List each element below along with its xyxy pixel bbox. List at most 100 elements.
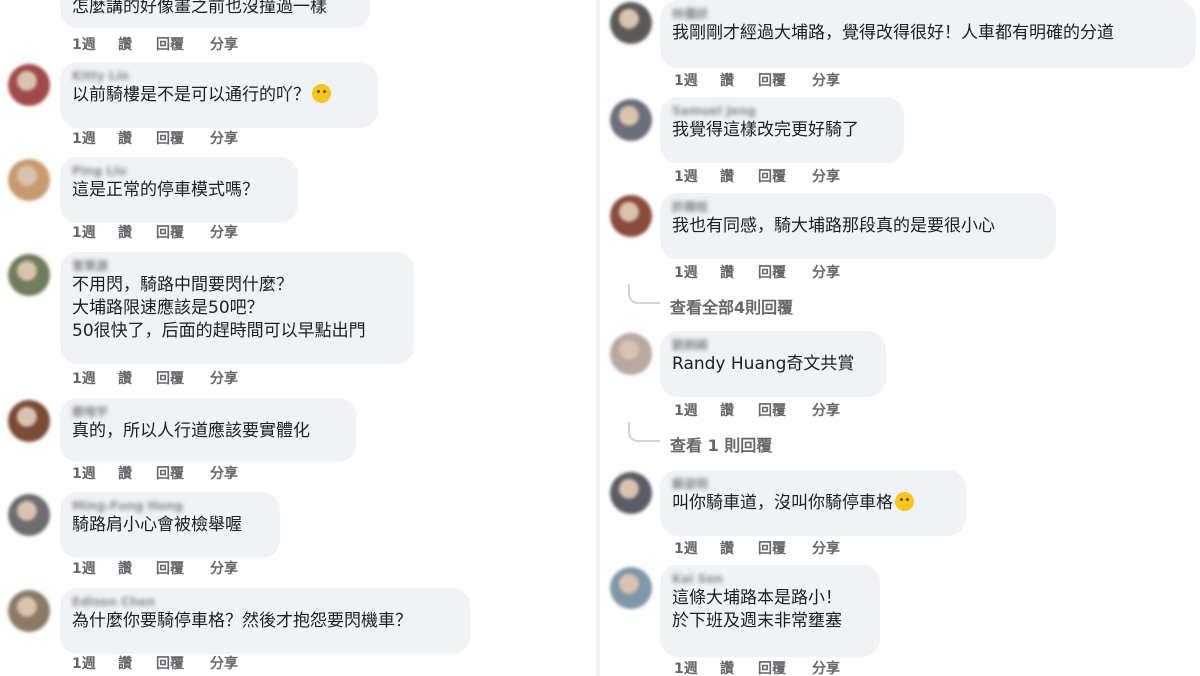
comment-bubble: Ping Liu 這是正常的停車模式嗎？ <box>60 157 298 223</box>
reply-button[interactable]: 回覆 <box>758 264 812 282</box>
comment-actions: 1週讚回覆 分享 <box>72 655 250 673</box>
commenter-avatar[interactable] <box>610 567 652 609</box>
comment-text-line: 我也有同感，騎大埔路那段真的是要很小心 <box>672 215 1044 238</box>
comment-text-line: 大埔路限速應該是50吧？ <box>72 297 402 320</box>
commenter-avatar[interactable] <box>8 590 50 632</box>
comment-text: 我覺得這樣改完更好騎了 <box>672 120 859 140</box>
reply-button[interactable]: 回覆 <box>156 655 210 673</box>
share-button[interactable]: 分享 <box>210 465 250 483</box>
comment-timestamp[interactable]: 1週 <box>72 655 118 673</box>
commenter-avatar[interactable] <box>610 472 652 514</box>
comment-text: 50很快了，后面的趕時間可以早點出門 <box>72 321 366 341</box>
share-button[interactable]: 分享 <box>812 540 852 558</box>
share-button[interactable]: 分享 <box>210 36 250 54</box>
share-button[interactable]: 分享 <box>210 224 250 242</box>
comment-timestamp[interactable]: 1週 <box>674 660 720 676</box>
comment-author-name[interactable]: 曾秉源 <box>72 258 402 274</box>
comment-author-name[interactable]: 許韓桂 <box>672 199 1044 215</box>
like-button[interactable]: 讚 <box>720 402 758 420</box>
comment-text: Randy Huang奇文共賞 <box>672 354 855 374</box>
like-button[interactable]: 讚 <box>118 130 156 148</box>
reply-button[interactable]: 回覆 <box>156 224 210 242</box>
commenter-avatar[interactable] <box>610 99 652 141</box>
comment-timestamp[interactable]: 1週 <box>72 465 118 483</box>
reply-button[interactable]: 回覆 <box>758 168 812 186</box>
like-button[interactable]: 讚 <box>118 224 156 242</box>
like-button[interactable]: 讚 <box>720 540 758 558</box>
share-button[interactable]: 分享 <box>812 660 852 676</box>
view-replies-link[interactable]: 查看 1 則回覆 <box>670 432 772 456</box>
comment-bubble: Kai Sen 這條大埔路本是路小！ 於下班及週末非常壅塞 <box>660 565 880 657</box>
comment-timestamp[interactable]: 1週 <box>674 402 720 420</box>
comment-timestamp[interactable]: 1週 <box>674 72 720 90</box>
comment-timestamp[interactable]: 1週 <box>674 168 720 186</box>
comment-author-name[interactable]: 林儀狀 <box>672 6 1184 22</box>
share-button[interactable]: 分享 <box>812 72 852 90</box>
share-button[interactable]: 分享 <box>210 560 250 578</box>
comment-author-name[interactable]: 蘇姿明 <box>672 476 954 492</box>
commenter-avatar[interactable] <box>8 159 50 201</box>
reply-button[interactable]: 回覆 <box>758 540 812 558</box>
comment-timestamp[interactable]: 1週 <box>674 540 720 558</box>
comment-text-line: Randy Huang奇文共賞 <box>672 353 874 376</box>
view-replies-link[interactable]: 查看全部4則回覆 <box>670 294 793 318</box>
comment-author-name[interactable]: Kitty Lin <box>72 68 366 84</box>
comment-text: 大埔路限速應該是50吧？ <box>72 298 264 318</box>
comment-actions: 1週讚回覆 分享 <box>674 264 852 282</box>
commenter-avatar[interactable] <box>610 333 652 375</box>
reply-thread-connector <box>628 284 660 304</box>
comment-text-line: 真的，所以人行道應該要實體化 <box>72 420 344 443</box>
share-button[interactable]: 分享 <box>210 130 250 148</box>
comment-author-name[interactable]: Edison Chen <box>72 594 458 610</box>
reply-button[interactable]: 回覆 <box>156 560 210 578</box>
reply-button[interactable]: 回覆 <box>758 72 812 90</box>
like-button[interactable]: 讚 <box>118 370 156 388</box>
comment-text: 於下班及週末非常壅塞 <box>672 611 842 631</box>
comment-author-name[interactable]: 劉俐綺 <box>672 337 874 353</box>
share-button[interactable]: 分享 <box>210 655 250 673</box>
like-button[interactable]: 讚 <box>118 560 156 578</box>
comment-timestamp[interactable]: 1週 <box>674 264 720 282</box>
comment-author-name[interactable]: Samuel Jeng <box>672 103 892 119</box>
commenter-avatar[interactable] <box>610 195 652 237</box>
comment-text: 以前騎樓是不是可以通行的吖？ <box>72 85 310 105</box>
share-button[interactable]: 分享 <box>812 402 852 420</box>
comments-column-left: 怎麼講的好像畫之前也沒撞過一樣 1週讚回覆 分享 Kitty Lin 以前騎樓是不是可以… <box>0 0 596 676</box>
like-button[interactable]: 讚 <box>118 655 156 673</box>
commenter-avatar[interactable] <box>610 2 652 44</box>
like-button[interactable]: 讚 <box>720 72 758 90</box>
comment-text-line: 叫你騎車道，沒叫你騎停車格 <box>672 492 954 515</box>
comment-text-line: 這條大埔路本是路小！ <box>672 587 868 610</box>
reply-button[interactable]: 回覆 <box>758 402 812 420</box>
comment-timestamp[interactable]: 1週 <box>72 130 118 148</box>
comment-timestamp[interactable]: 1週 <box>72 224 118 242</box>
reply-button[interactable]: 回覆 <box>156 130 210 148</box>
comment-timestamp[interactable]: 1週 <box>72 560 118 578</box>
share-button[interactable]: 分享 <box>812 168 852 186</box>
like-button[interactable]: 讚 <box>720 660 758 676</box>
like-button[interactable]: 讚 <box>720 264 758 282</box>
comment-author-name[interactable]: Ming-Fung Hong <box>72 498 268 514</box>
reply-button[interactable]: 回覆 <box>156 36 210 54</box>
commenter-avatar[interactable] <box>8 494 50 536</box>
comment-author-name[interactable]: Kai Sen <box>672 571 868 587</box>
comment-actions: 1週讚回覆 分享 <box>674 660 852 676</box>
like-button[interactable]: 讚 <box>720 168 758 186</box>
comment-author-name[interactable]: 蔡唯宇 <box>72 404 344 420</box>
reply-button[interactable]: 回覆 <box>156 370 210 388</box>
reply-button[interactable]: 回覆 <box>156 465 210 483</box>
commenter-avatar[interactable] <box>8 64 50 106</box>
commenter-avatar[interactable] <box>8 400 50 442</box>
commenter-avatar[interactable] <box>8 254 50 296</box>
comment-timestamp[interactable]: 1週 <box>72 370 118 388</box>
comment-author-name[interactable]: Ping Liu <box>72 163 286 179</box>
comment-bubble: 蔡唯宇 真的，所以人行道應該要實體化 <box>60 398 356 462</box>
comment-actions: 1週讚回覆 分享 <box>674 402 852 420</box>
reply-button[interactable]: 回覆 <box>758 660 812 676</box>
like-button[interactable]: 讚 <box>118 36 156 54</box>
like-button[interactable]: 讚 <box>118 465 156 483</box>
share-button[interactable]: 分享 <box>210 370 250 388</box>
comment-timestamp[interactable]: 1週 <box>72 36 118 54</box>
reply-thread-connector <box>628 422 660 442</box>
share-button[interactable]: 分享 <box>812 264 852 282</box>
